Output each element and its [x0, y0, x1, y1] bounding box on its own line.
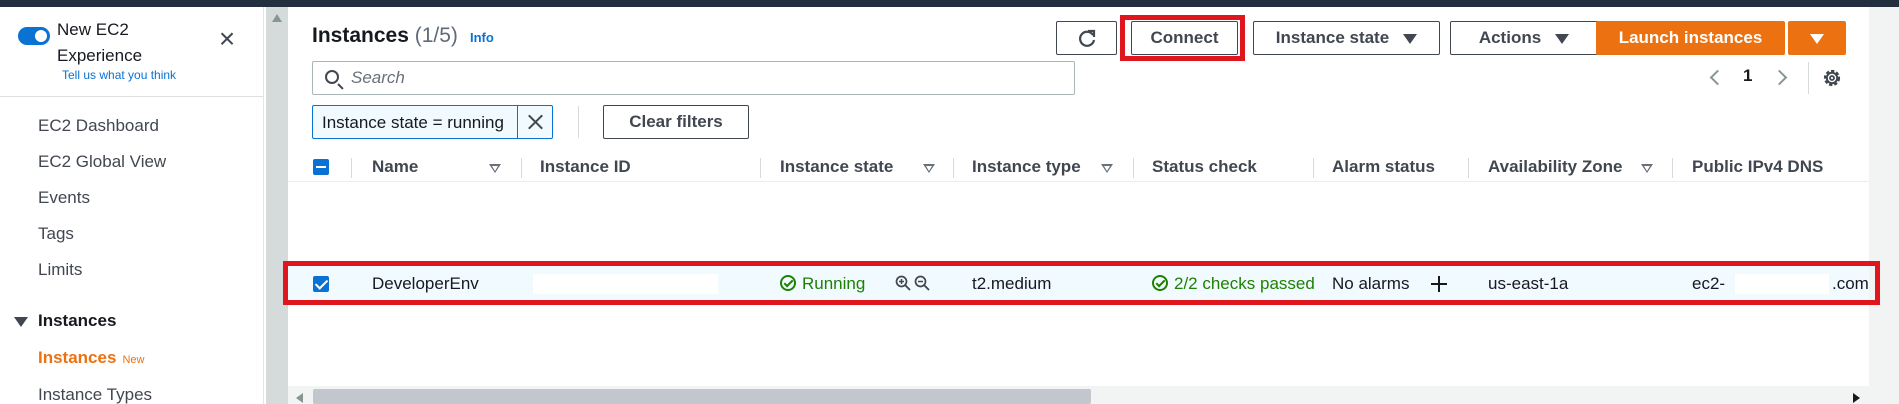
- column-divider: [760, 158, 761, 178]
- sidebar-item-instances[interactable]: Instances New: [38, 348, 144, 368]
- search-box[interactable]: [312, 61, 1075, 95]
- scroll-left-icon[interactable]: [296, 393, 303, 403]
- filter-token-label: Instance state = running: [322, 113, 504, 132]
- page-title-text: Instances: [312, 24, 409, 47]
- refresh-button[interactable]: [1056, 21, 1117, 55]
- instance-state-button[interactable]: Instance state: [1253, 21, 1440, 55]
- sidebar-item-events[interactable]: Events: [38, 188, 90, 208]
- chevron-right-icon: [1771, 69, 1788, 86]
- column-divider: [953, 158, 954, 178]
- scroll-up-icon[interactable]: [272, 14, 282, 22]
- new-experience-title: New EC2 Experience: [57, 20, 143, 65]
- sidebar-item-ec2-global-view[interactable]: EC2 Global View: [38, 152, 166, 172]
- search-input[interactable]: [351, 67, 1051, 89]
- scroll-right-icon[interactable]: [1853, 393, 1860, 403]
- sidebar-item-label: Instances: [38, 348, 117, 367]
- feedback-link[interactable]: Tell us what you think: [62, 68, 176, 82]
- page-number[interactable]: 1: [1743, 66, 1752, 86]
- new-badge: New: [122, 354, 145, 366]
- top-nav-bar: [0, 0, 1899, 7]
- column-header-public-ipv4-dns[interactable]: Public IPv4 DNS: [1692, 157, 1823, 177]
- caret-down-icon: [1810, 33, 1824, 44]
- selection-count: (1/5): [414, 24, 458, 47]
- refresh-icon: [1078, 29, 1095, 47]
- column-divider: [1313, 158, 1314, 178]
- actions-label: Actions: [1478, 28, 1542, 47]
- sort-icon[interactable]: [923, 164, 935, 173]
- select-all-checkbox[interactable]: [313, 159, 329, 175]
- column-header-status-check[interactable]: Status check: [1152, 157, 1257, 177]
- sidebar-item-tags[interactable]: Tags: [38, 224, 74, 244]
- sidebar-section-instances[interactable]: Instances: [14, 311, 116, 331]
- launch-dropdown-button[interactable]: [1788, 21, 1846, 55]
- sort-icon[interactable]: [489, 164, 501, 173]
- info-link[interactable]: Info: [470, 30, 494, 45]
- actions-button[interactable]: Actions: [1450, 21, 1598, 55]
- sidebar-scrollbar[interactable]: [266, 7, 288, 404]
- launch-instances-button[interactable]: Launch instances: [1596, 21, 1785, 55]
- filter-token: Instance state = running: [312, 105, 553, 139]
- caret-down-icon: [14, 316, 28, 327]
- column-header-availability-zone[interactable]: Availability Zone: [1488, 157, 1622, 177]
- search-icon: [325, 70, 339, 84]
- column-divider: [351, 158, 352, 178]
- connect-highlight: [1120, 15, 1245, 61]
- sidebar-section-label: Instances: [38, 311, 117, 330]
- column-header-instance-type[interactable]: Instance type: [972, 157, 1081, 177]
- sidebar-item-limits[interactable]: Limits: [38, 260, 82, 280]
- column-divider: [1672, 158, 1673, 178]
- gear-icon[interactable]: [1821, 67, 1843, 89]
- sidebar-divider: [0, 96, 264, 97]
- column-divider: [1133, 158, 1134, 178]
- close-icon[interactable]: ×: [214, 25, 240, 53]
- sidebar-item-ec2-dashboard[interactable]: EC2 Dashboard: [38, 116, 159, 136]
- next-page-button[interactable]: [1771, 68, 1788, 88]
- filter-divider: [578, 106, 579, 138]
- previous-page-button[interactable]: [1708, 68, 1726, 88]
- page-title: Instances (1/5): [312, 24, 458, 48]
- column-header-alarm-status[interactable]: Alarm status: [1332, 157, 1435, 177]
- clear-filters-button[interactable]: Clear filters: [603, 105, 749, 139]
- column-divider: [521, 158, 522, 178]
- table-header: Name Instance ID Instance state Instance…: [288, 152, 1869, 182]
- pagination-divider: [1808, 62, 1809, 94]
- column-header-name[interactable]: Name: [372, 157, 418, 177]
- row-highlight: [283, 261, 1880, 305]
- column-divider: [1468, 158, 1469, 178]
- sort-icon[interactable]: [1101, 164, 1113, 173]
- new-experience-toggle[interactable]: [18, 27, 50, 45]
- sidebar-item-instance-types[interactable]: Instance Types: [38, 385, 152, 404]
- column-header-instance-id[interactable]: Instance ID: [540, 157, 631, 177]
- scrollbar-thumb[interactable]: [313, 389, 1091, 404]
- sort-icon[interactable]: [1641, 164, 1653, 173]
- instance-state-label: Instance state: [1275, 28, 1390, 47]
- column-header-instance-state[interactable]: Instance state: [780, 157, 893, 177]
- caret-down-icon: [1555, 33, 1570, 44]
- caret-down-icon: [1403, 33, 1418, 44]
- remove-filter-icon[interactable]: [517, 106, 552, 138]
